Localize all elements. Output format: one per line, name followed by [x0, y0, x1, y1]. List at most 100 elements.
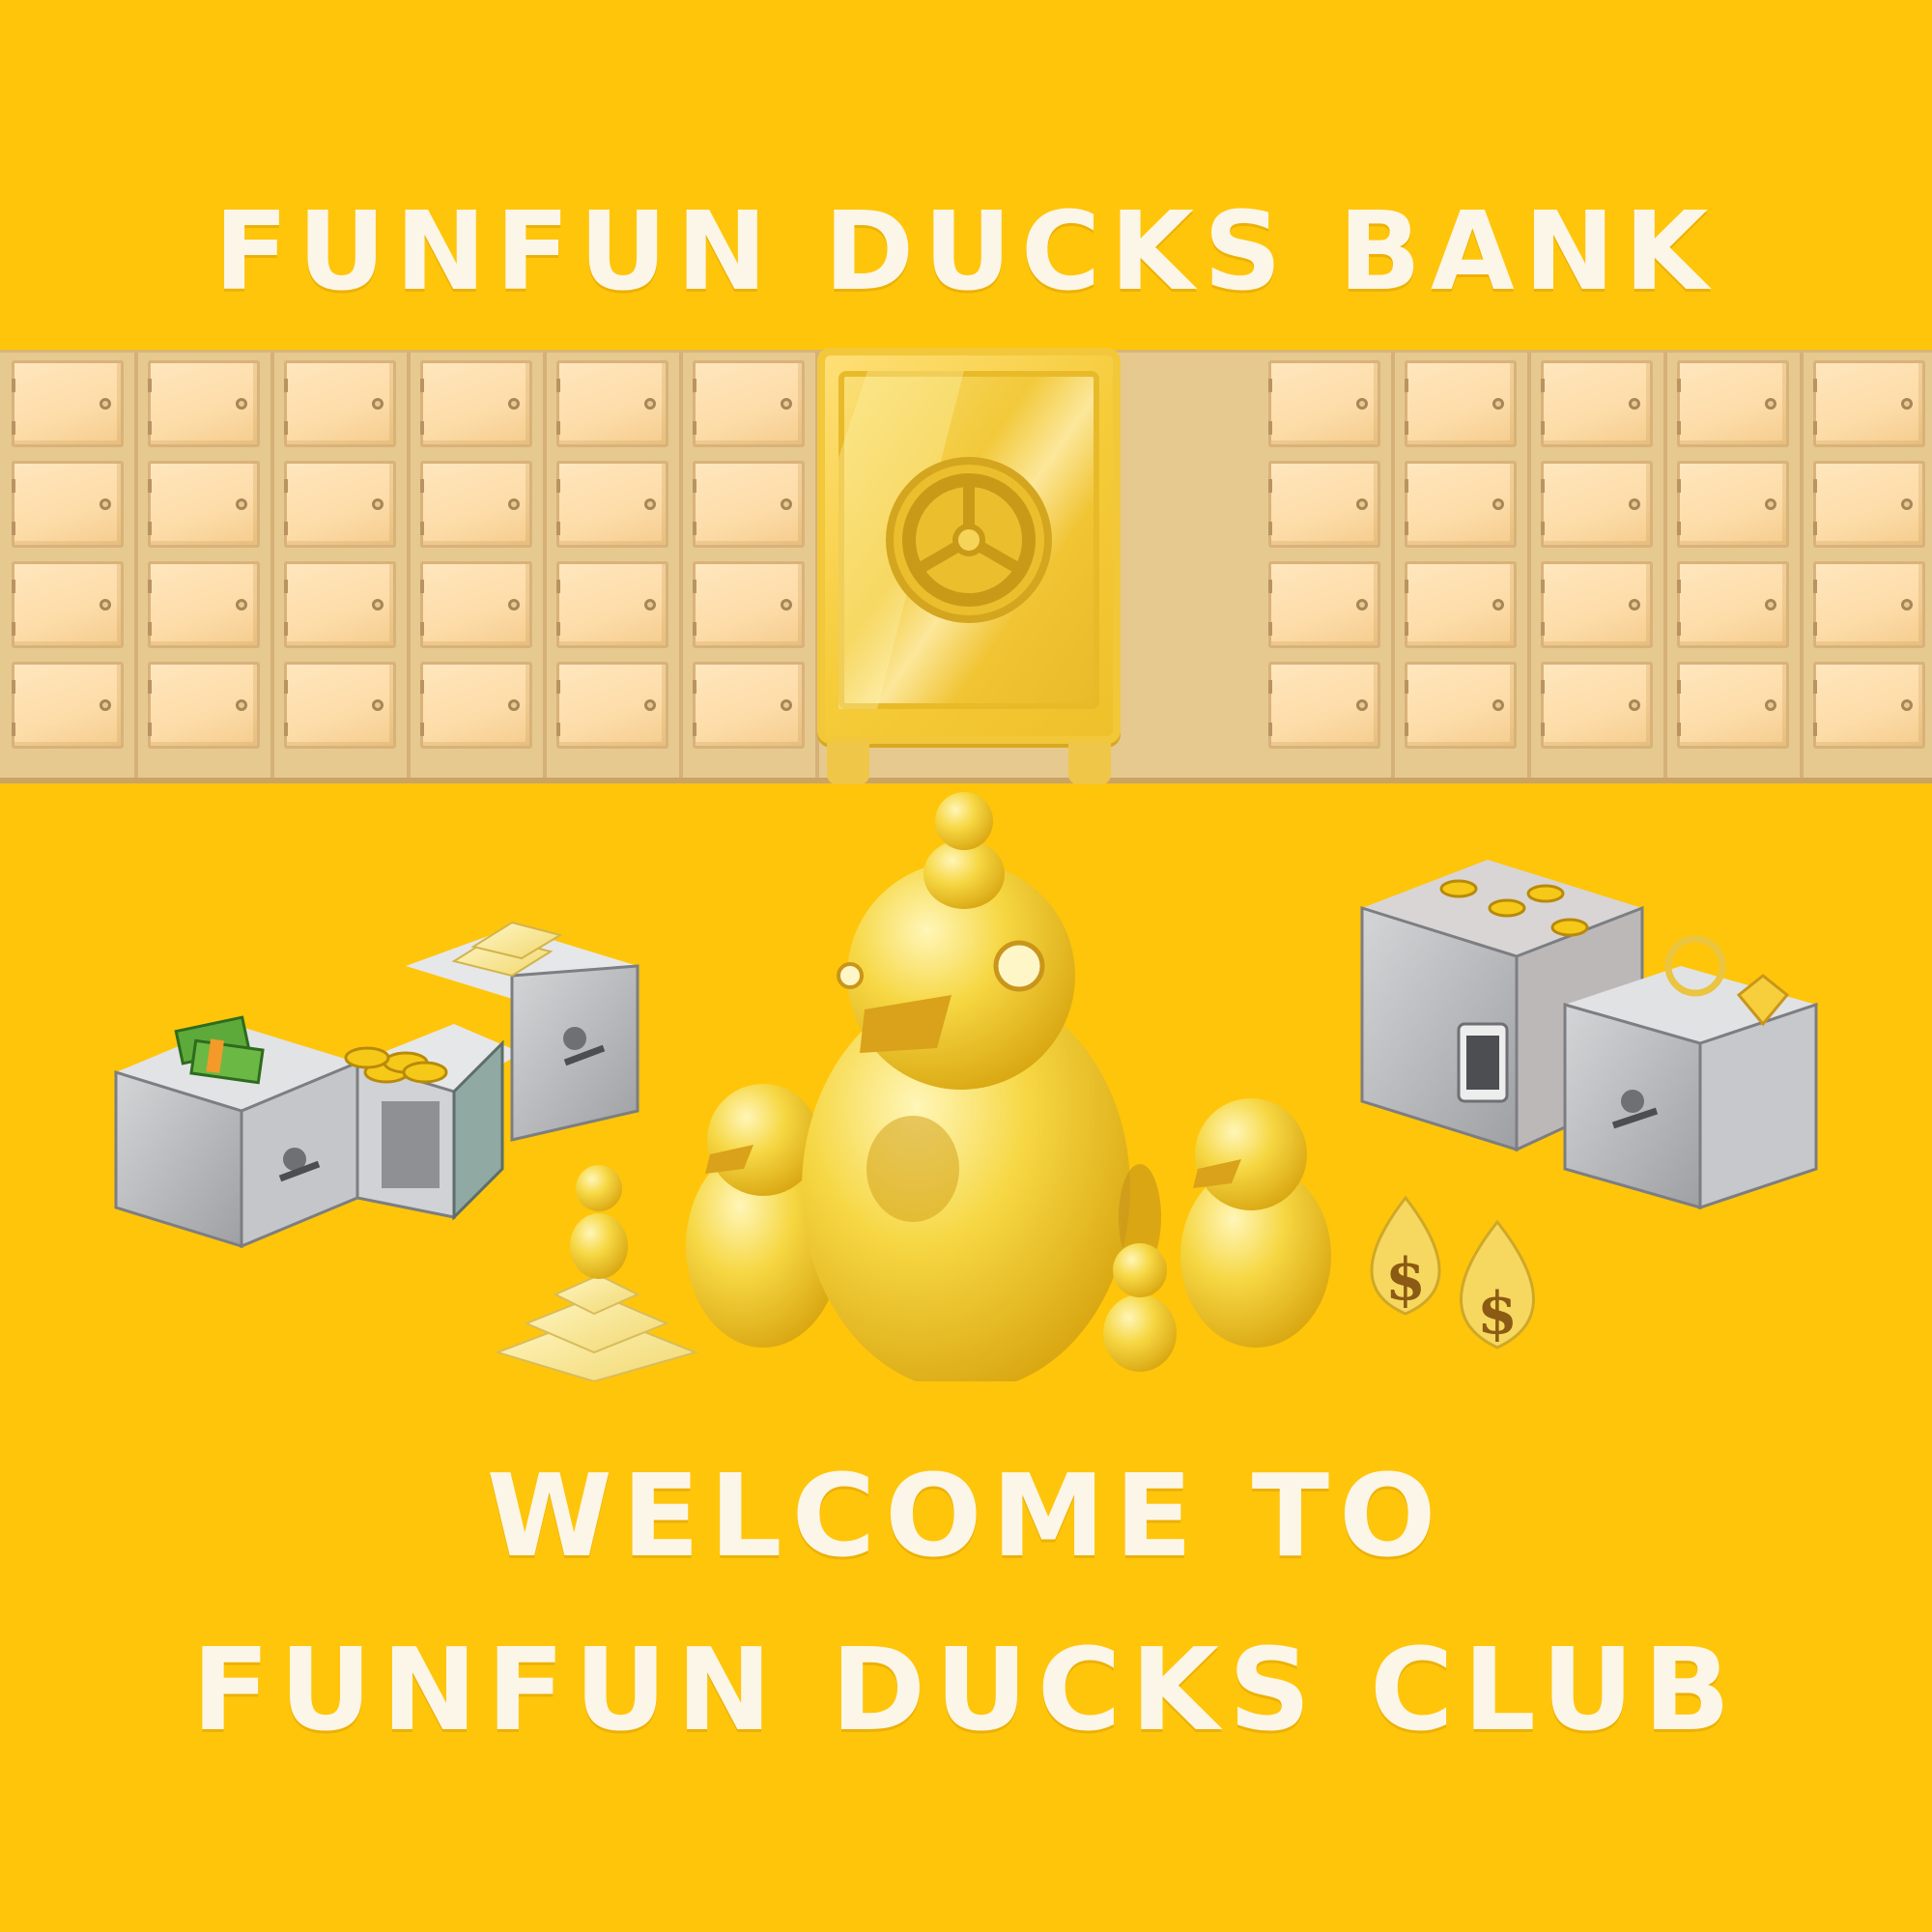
- vault-door-panel: [838, 371, 1099, 709]
- hinge-icon: [12, 479, 15, 493]
- tiny-duck-on-head-icon: [923, 792, 1005, 909]
- lock-icon: [644, 498, 656, 510]
- lock-icon: [236, 498, 247, 510]
- safe-deposit-box: [420, 461, 532, 548]
- safe-deposit-box: [148, 561, 260, 648]
- hinge-icon: [556, 522, 560, 535]
- hinge-icon: [284, 522, 288, 535]
- hinge-icon: [284, 580, 288, 593]
- hinge-icon: [284, 622, 288, 636]
- locker-divider: [1663, 353, 1667, 778]
- locker-divider: [270, 353, 274, 778]
- hinge-icon: [420, 622, 424, 636]
- hinge-icon: [420, 421, 424, 435]
- lock-icon: [372, 498, 384, 510]
- hinge-icon: [1813, 580, 1817, 593]
- treasure-scene: $ $: [114, 792, 1818, 1381]
- hinge-icon: [556, 421, 560, 435]
- hinge-icon: [148, 379, 152, 392]
- lock-icon: [644, 599, 656, 611]
- lock-icon: [1901, 699, 1913, 711]
- hinge-icon: [1813, 421, 1817, 435]
- hinge-icon: [1268, 421, 1272, 435]
- lock-icon: [781, 498, 792, 510]
- hinge-icon: [1677, 421, 1681, 435]
- safe-deposit-box: [1405, 461, 1517, 548]
- lock-icon: [1492, 398, 1504, 410]
- hinge-icon: [12, 580, 15, 593]
- lock-icon: [1629, 498, 1640, 510]
- lock-icon: [1765, 498, 1776, 510]
- lock-icon: [1629, 599, 1640, 611]
- hinge-icon: [1541, 622, 1545, 636]
- safe-deposit-box: [1268, 461, 1380, 548]
- safe-deposit-box: [693, 461, 805, 548]
- safe-deposit-box: [556, 461, 668, 548]
- hinge-icon: [420, 479, 424, 493]
- safe-deposit-box: [1541, 561, 1653, 648]
- safe-deposit-box: [148, 461, 260, 548]
- safe-deposit-box: [1268, 360, 1380, 447]
- hinge-icon: [693, 379, 696, 392]
- hinge-icon: [693, 479, 696, 493]
- hinge-icon: [1268, 723, 1272, 736]
- safe-deposit-box: [1677, 662, 1789, 749]
- lock-icon: [1356, 699, 1368, 711]
- lock-icon: [1356, 398, 1368, 410]
- lock-icon: [99, 498, 111, 510]
- hinge-icon: [1677, 479, 1681, 493]
- lock-icon: [1356, 498, 1368, 510]
- lock-icon: [1901, 498, 1913, 510]
- locker-divider: [1800, 353, 1804, 778]
- safe-deposit-box: [1813, 561, 1925, 648]
- locker-divider: [679, 353, 683, 778]
- safe-deposit-box: [148, 360, 260, 447]
- lock-icon: [508, 599, 520, 611]
- hinge-icon: [1813, 622, 1817, 636]
- hinge-icon: [556, 723, 560, 736]
- hinge-icon: [148, 479, 152, 493]
- vault-wheel-icon: [838, 371, 1052, 709]
- locker-divider: [1391, 353, 1395, 778]
- hinge-icon: [12, 379, 15, 392]
- lock-icon: [236, 398, 247, 410]
- hinge-icon: [148, 622, 152, 636]
- hinge-icon: [284, 680, 288, 694]
- vault-foot-left: [827, 742, 869, 784]
- hinge-icon: [284, 479, 288, 493]
- hinge-icon: [556, 622, 560, 636]
- hinge-icon: [1541, 580, 1545, 593]
- safe-deposit-box: [1541, 360, 1653, 447]
- safe-deposit-box: [693, 662, 805, 749]
- lock-icon: [236, 699, 247, 711]
- hinge-icon: [148, 680, 152, 694]
- lock-icon: [1356, 599, 1368, 611]
- hinge-icon: [1677, 680, 1681, 694]
- safe-deposit-box: [284, 360, 396, 447]
- welcome-line2: FUNFUN DUCKS CLUB: [191, 1623, 1741, 1756]
- locker-divider: [1527, 353, 1531, 778]
- safe-deposit-box: [12, 461, 124, 548]
- locker-divider: [407, 353, 411, 778]
- lock-icon: [1765, 398, 1776, 410]
- steel-safe-with-gold-and-cash-icon: [114, 921, 639, 1249]
- hinge-icon: [1677, 522, 1681, 535]
- dollar-money-bag-icon: $: [1460, 1219, 1535, 1350]
- safe-deposit-box: [556, 662, 668, 749]
- welcome-line1: WELCOME TO: [486, 1449, 1446, 1582]
- lock-icon: [644, 699, 656, 711]
- hinge-icon: [1405, 421, 1408, 435]
- hinge-icon: [1405, 379, 1408, 392]
- safe-deposit-box: [1813, 360, 1925, 447]
- svg-text:$: $: [1385, 1246, 1426, 1314]
- safe-deposit-box: [693, 360, 805, 447]
- safe-deposit-box: [1813, 461, 1925, 548]
- hinge-icon: [1541, 680, 1545, 694]
- lock-icon: [372, 699, 384, 711]
- lock-icon: [1765, 699, 1776, 711]
- hinge-icon: [420, 723, 424, 736]
- vault-foot-right: [1068, 742, 1111, 784]
- hinge-icon: [556, 680, 560, 694]
- safe-deposit-box: [148, 662, 260, 749]
- hinge-icon: [148, 580, 152, 593]
